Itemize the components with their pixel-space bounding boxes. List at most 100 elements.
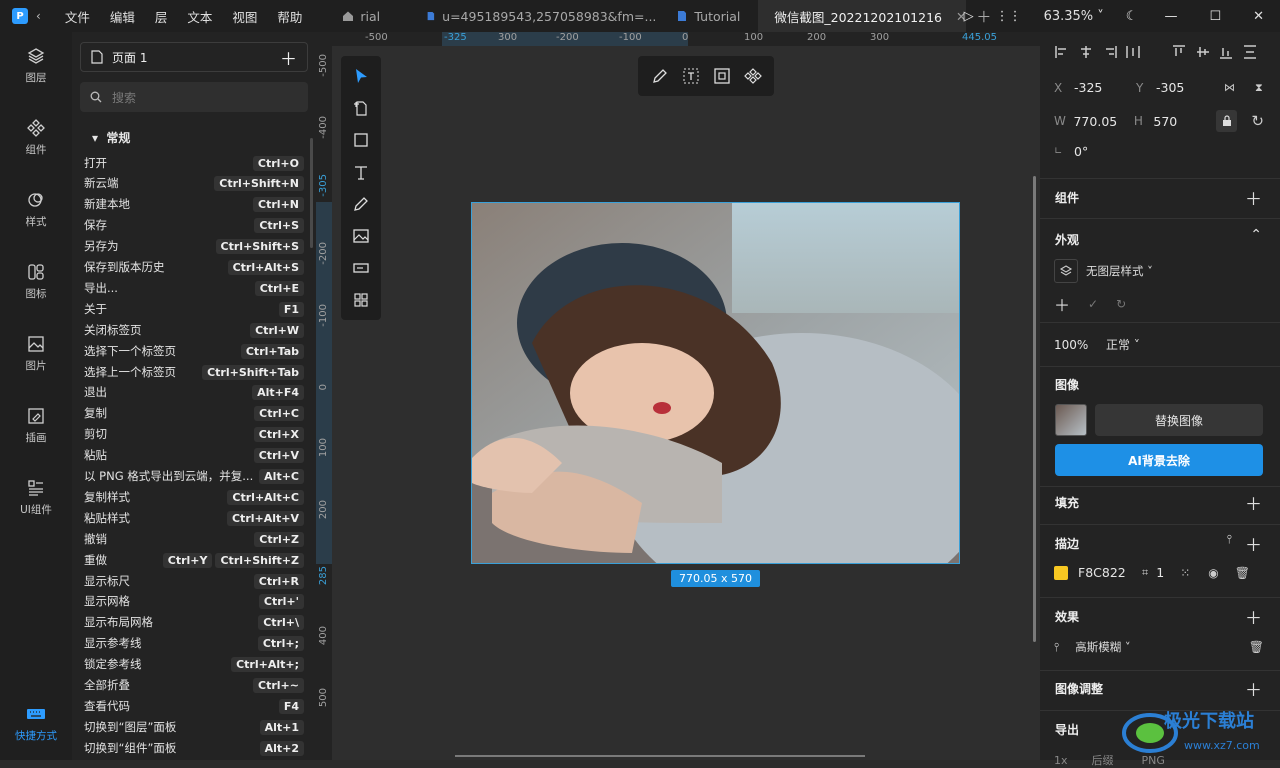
stroke-settings-icon[interactable]: ⫯: [1227, 532, 1232, 547]
shortcut-row[interactable]: 导出... Ctrl+E: [84, 277, 304, 298]
layer-style-swatch[interactable]: [1054, 259, 1078, 283]
canvas-vertical-scrollbar[interactable]: [1033, 176, 1036, 642]
add-adjust-icon[interactable]: ＋: [1245, 676, 1262, 701]
search-input[interactable]: 搜索: [80, 82, 308, 112]
page-selector[interactable]: 页面 1 ＋: [80, 42, 308, 72]
lock-ratio-button[interactable]: [1215, 110, 1238, 132]
delete-stroke-icon[interactable]: 🗑: [1235, 566, 1250, 580]
distribute-h-icon[interactable]: [1125, 44, 1141, 60]
tab-tutorial[interactable]: Tutorial: [666, 0, 758, 32]
rail-shortcuts[interactable]: 快捷方式: [0, 704, 72, 743]
effect-settings-icon[interactable]: ⫯: [1054, 640, 1059, 655]
menu-view[interactable]: 视图: [222, 7, 267, 26]
h-input[interactable]: 570: [1153, 114, 1206, 129]
delete-effect-icon[interactable]: 🗑: [1249, 640, 1264, 654]
shortcut-row[interactable]: 另存为 Ctrl+Shift+S: [84, 236, 304, 257]
component-icon[interactable]: [743, 67, 762, 85]
more-tools[interactable]: [349, 288, 373, 312]
text-tool[interactable]: [349, 160, 373, 184]
shortcut-row[interactable]: 打开 Ctrl+O: [84, 152, 304, 173]
shortcut-row[interactable]: 新建本地 Ctrl+N: [84, 194, 304, 215]
shortcut-row[interactable]: 显示参考线 Ctrl+;: [84, 633, 304, 654]
stroke-width-input[interactable]: 1: [1156, 565, 1178, 580]
shortcut-row[interactable]: 保存到版本历史 Ctrl+Alt+S: [84, 257, 304, 278]
zoom-select[interactable]: 63.35% ˅: [1033, 9, 1115, 24]
shortcut-row[interactable]: 显示布局网格 Ctrl+\: [84, 612, 304, 633]
add-stroke-icon[interactable]: ＋: [1245, 531, 1262, 556]
page-tool[interactable]: [349, 96, 373, 120]
menu-file[interactable]: 文件: [55, 7, 100, 26]
check-icon[interactable]: ✓: [1088, 297, 1098, 311]
shortcut-row[interactable]: 撤销 Ctrl+Z: [84, 528, 304, 549]
section-header[interactable]: ▾ 常规: [92, 129, 130, 146]
visibility-eye-icon[interactable]: ◉: [1208, 566, 1218, 580]
effect-select[interactable]: 高斯模糊 ˅: [1075, 639, 1130, 655]
shortcut-row[interactable]: 以 PNG 格式导出到云端，并复... Alt+C: [84, 466, 304, 487]
minimize-icon[interactable]: —: [1148, 9, 1193, 24]
crop-icon[interactable]: [713, 67, 731, 85]
rail-icons[interactable]: 图标: [0, 262, 72, 301]
theme-moon-icon[interactable]: ☾: [1115, 9, 1149, 24]
menu-help[interactable]: 帮助: [267, 7, 312, 26]
distribute-v-icon[interactable]: [1242, 44, 1258, 60]
rectangle-tool[interactable]: [349, 128, 373, 152]
shortcut-row[interactable]: 选择下一个标签页 Ctrl+Tab: [84, 340, 304, 361]
y-input[interactable]: -305: [1156, 80, 1216, 95]
tab-home[interactable]: rial: [332, 0, 416, 32]
rotation-input[interactable]: 0°: [1074, 144, 1088, 159]
rail-ui-components[interactable]: UI组件: [0, 478, 72, 517]
shortcut-row[interactable]: 锁定参考线 Ctrl+Alt+;: [84, 654, 304, 675]
add-style-icon[interactable]: ＋: [1054, 292, 1070, 316]
shortcut-row[interactable]: 关于 F1: [84, 298, 304, 319]
shortcut-row[interactable]: 选择上一个标签页 Ctrl+Shift+Tab: [84, 361, 304, 382]
align-center-v-icon[interactable]: [1195, 44, 1211, 60]
shortcut-row[interactable]: 新云端 Ctrl+Shift+N: [84, 173, 304, 194]
align-right-icon[interactable]: [1102, 44, 1118, 60]
shortcut-row[interactable]: 切换到“组件”面板 Alt+2: [84, 737, 304, 758]
shortcut-row[interactable]: 显示标尺 Ctrl+R: [84, 570, 304, 591]
maximize-icon[interactable]: ☐: [1193, 9, 1237, 24]
shortcut-row[interactable]: 粘贴 Ctrl+V: [84, 445, 304, 466]
selected-image[interactable]: [471, 202, 960, 564]
shortcut-row[interactable]: 全部折叠 Ctrl+~: [84, 675, 304, 696]
opacity-input[interactable]: 100%: [1054, 338, 1106, 352]
stroke-color-input[interactable]: F8C822: [1078, 565, 1142, 580]
rail-styles[interactable]: 样式: [0, 190, 72, 229]
align-top-icon[interactable]: [1171, 44, 1187, 60]
align-bottom-icon[interactable]: [1218, 44, 1234, 60]
edit-pen-icon[interactable]: [651, 67, 669, 85]
w-input[interactable]: 770.05: [1073, 114, 1133, 129]
ai-remove-background-button[interactable]: AI背景去除: [1055, 444, 1263, 476]
add-effect-icon[interactable]: ＋: [1245, 604, 1262, 629]
shortcut-row[interactable]: 复制 Ctrl+C: [84, 403, 304, 424]
image-thumbnail[interactable]: [1055, 404, 1087, 436]
shortcut-row[interactable]: 复制样式 Ctrl+Alt+C: [84, 486, 304, 507]
menu-layer[interactable]: 层: [145, 7, 178, 26]
shortcut-row[interactable]: 关闭标签页 Ctrl+W: [84, 319, 304, 340]
panel-scrollbar[interactable]: [310, 138, 313, 248]
rail-components[interactable]: 组件: [0, 118, 72, 157]
shortcut-row[interactable]: 切换到“图层”面板 Alt+1: [84, 716, 304, 737]
stroke-color-swatch[interactable]: [1054, 565, 1068, 580]
image-tool[interactable]: [349, 224, 373, 248]
add-component-icon[interactable]: ＋: [1245, 185, 1262, 210]
back-icon[interactable]: ‹: [28, 9, 49, 23]
ruler-left[interactable]: -500 -400 -305 -200 -100 0 100 200 285 4…: [316, 46, 332, 760]
menu-text[interactable]: 文本: [177, 7, 222, 26]
rail-layers[interactable]: 图层: [0, 46, 72, 85]
x-input[interactable]: -325: [1074, 80, 1136, 95]
shortcut-row[interactable]: 剪切 Ctrl+X: [84, 424, 304, 445]
tab-file-2[interactable]: u=495189543,257058983&fm=...: [416, 0, 666, 32]
text-frame-icon[interactable]: [682, 67, 700, 85]
refresh-icon[interactable]: ↻: [1116, 297, 1126, 311]
shortcut-row[interactable]: 查看代码 F4: [84, 695, 304, 716]
shortcut-row[interactable]: 保存 Ctrl+S: [84, 215, 304, 236]
canvas-horizontal-scrollbar[interactable]: [455, 755, 865, 757]
ruler-top[interactable]: -500 -325 300 -200 -100 0 100 200 300 44…: [332, 32, 1040, 46]
shortcut-row[interactable]: 粘贴样式 Ctrl+Alt+V: [84, 507, 304, 528]
shortcut-row[interactable]: 退出 Alt+F4: [84, 382, 304, 403]
align-center-h-icon[interactable]: [1078, 44, 1094, 60]
grid-menu-icon[interactable]: ⋮⋮: [985, 9, 1033, 24]
close-window-icon[interactable]: ✕: [1237, 9, 1280, 24]
add-fill-icon[interactable]: ＋: [1245, 490, 1262, 515]
